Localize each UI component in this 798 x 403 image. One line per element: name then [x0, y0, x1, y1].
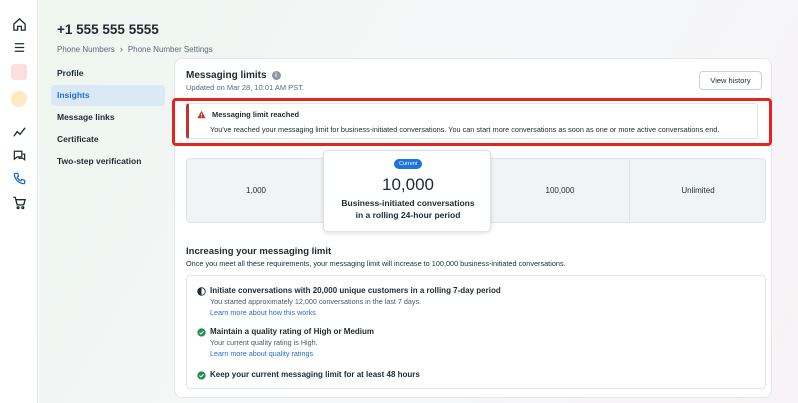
current-limit-value: 10,000: [382, 175, 434, 194]
requirement-title: Initiate conversations with 20,000 uniqu…: [210, 286, 501, 295]
phone-icon[interactable]: [10, 169, 28, 187]
tier-1000: 1,000: [245, 186, 267, 195]
breadcrumb-phone-numbers[interactable]: Phone Numbers: [57, 45, 115, 54]
chat-icon[interactable]: [10, 146, 28, 164]
view-history-button[interactable]: View history: [699, 71, 762, 90]
card-title-text: Messaging limits: [186, 70, 267, 81]
sidebar-item-two-step-verification[interactable]: Two-step verification: [51, 151, 165, 172]
page-title: +1 555 555 5555: [57, 22, 159, 37]
icon-rail: [0, 0, 38, 403]
current-limit-label-line1: Business-initiated conversations: [341, 198, 475, 208]
info-icon[interactable]: i: [271, 71, 281, 80]
requirements-list: Initiate conversations with 20,000 uniqu…: [186, 275, 766, 389]
requirement-title: Keep your current messaging limit for at…: [210, 370, 420, 379]
requirement-desc: Your current quality rating is High.: [210, 338, 318, 347]
check-circle-icon: [197, 328, 206, 337]
half-circle-progress-icon: [197, 287, 206, 296]
page-header: +1 555 555 5555 Phone Numbers › Phone Nu…: [57, 22, 213, 54]
sidebar-item-insights[interactable]: Insights: [51, 85, 165, 106]
breadcrumb-phone-number-settings: Phone Number Settings: [127, 44, 213, 54]
home-icon[interactable]: [10, 15, 28, 33]
increasing-subtitle: Once you meet all these requirements, yo…: [186, 259, 566, 268]
current-limit-label: Business-initiated conversations in a ro…: [324, 197, 492, 221]
app-tile-icon[interactable]: [10, 63, 28, 81]
cart-icon[interactable]: [10, 193, 28, 211]
menu-icon[interactable]: [10, 38, 28, 56]
analytics-icon[interactable]: [10, 123, 28, 141]
updated-timestamp: Updated on Mar 28, 10:01 AM PST.: [186, 83, 304, 92]
highlight-outline: [172, 98, 772, 146]
increasing-title: Increasing your messaging limit: [186, 246, 332, 257]
sidebar-item-certificate[interactable]: Certificate: [51, 129, 165, 150]
settings-nav: Profile Insights Message links Certifica…: [51, 63, 165, 173]
check-circle-icon: [197, 371, 206, 380]
tier-unlimited: Unlimited: [681, 186, 715, 195]
sidebar-item-profile[interactable]: Profile: [51, 63, 165, 84]
avatar-icon[interactable]: [10, 90, 28, 108]
sidebar-item-message-links[interactable]: Message links: [51, 107, 165, 128]
requirement-desc: You started approximately 12,000 convers…: [210, 297, 422, 306]
tier-100000: 100,000: [545, 186, 575, 195]
chevron-right-icon: ›: [119, 44, 123, 54]
current-limit-label-line2: in a rolling 24-hour period: [355, 210, 461, 220]
requirement-title: Maintain a quality rating of High or Med…: [210, 327, 375, 336]
current-tier-card: Current 10,000 Business-initiated conver…: [323, 150, 491, 232]
current-badge: Current: [394, 159, 423, 169]
breadcrumb: Phone Numbers › Phone Number Settings: [57, 44, 213, 54]
learn-more-link[interactable]: Learn more about quality ratings: [210, 349, 313, 358]
learn-more-link[interactable]: Learn more about how this works: [210, 308, 316, 317]
card-title: Messaging limits i: [186, 70, 281, 81]
